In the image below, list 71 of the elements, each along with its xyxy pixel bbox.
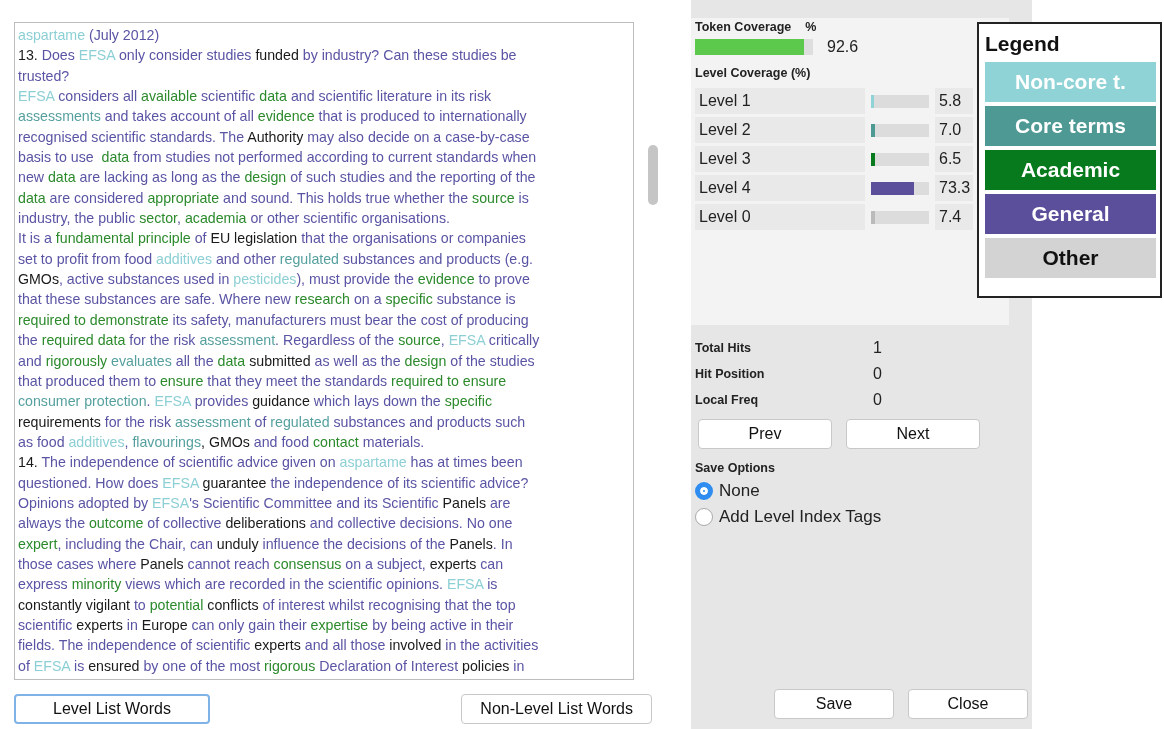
radio-option[interactable]: None (695, 481, 1028, 501)
text-line: expert, including the Chair, can unduly influence the decisions of the Panels. In (18, 534, 514, 554)
action-button[interactable]: Save (774, 689, 894, 719)
list-words-button[interactable]: Non-Level List Words (461, 694, 652, 724)
legend-title: Legend (985, 32, 1061, 56)
text-line: industry, the public sector, academia or other scientific organisations. (18, 209, 451, 229)
text-line: and rigorously evaluates all the data submitted as well as the design of the studies (18, 351, 536, 371)
legend-item: Non-core t. (985, 62, 1156, 102)
level-value: 73.3 (935, 175, 973, 201)
stat-label: Total Hits (695, 341, 753, 355)
stat-value: 1 (873, 339, 883, 357)
level-name: Level 1 (695, 88, 865, 114)
text-line: set to profit from food additives and other regulated substances and products (e.g. (18, 249, 535, 269)
text-line: express minority views which are recorded in the scientific opinions. EFSA is (18, 575, 499, 595)
stat-value: 0 (873, 365, 883, 383)
text-line: aspartame (July 2012) (18, 26, 161, 45)
text-line: that produced them to ensure that they meet the standards required to ensure (18, 371, 508, 391)
text-line: new data are lacking as long as the design of such studies and the reporting of the (18, 168, 537, 188)
stat-value: 0 (873, 391, 883, 409)
level-name: Level 3 (695, 146, 865, 172)
legend-item: Academic (985, 150, 1156, 190)
text-line: that these substances are safe. Where new research on a specific substance is (18, 290, 517, 310)
level-value: 7.4 (935, 204, 973, 230)
token-coverage-value: 92.6 (827, 38, 859, 56)
text-line: 14. The independence of scientific advice given on aspartame has at times been (18, 453, 524, 473)
action-button[interactable]: Close (908, 689, 1028, 719)
text-line: GMOs, active substances used in pesticides), must provide the evidence to prove (18, 270, 531, 290)
text-line: recognised scientific standards. The Authority may also decide on a case-by-case (18, 127, 531, 147)
text-line: those cases where Panels cannot reach consensus on a subject, experts can (18, 554, 505, 574)
stat-label: Local Freq (695, 393, 760, 407)
text-line: EFSA considers all available scientific data and scientific literature in its risk (18, 87, 493, 107)
percent-unit: % (805, 20, 817, 34)
nav-button[interactable]: Next (846, 419, 980, 449)
level-value: 5.8 (935, 88, 973, 114)
radio-icon[interactable] (695, 482, 713, 500)
save-options-title: Save Options (695, 461, 776, 475)
text-line: consumer protection. EFSA provides guidance which lays down the specific (18, 392, 493, 412)
level-name: Level 4 (695, 175, 865, 201)
text-line: constantly vigilant to potential conflicts of interest whilst recognising that the top (18, 595, 517, 615)
text-line: basis to use data from studies not performed according to current standards when (18, 148, 538, 168)
nav-button[interactable]: Prev (698, 419, 832, 449)
document-text-area[interactable] (14, 22, 634, 680)
scrollbar-thumb[interactable] (648, 145, 658, 205)
text-line: the required data for the risk assessment. Regardless of the source, EFSA critically (18, 331, 541, 351)
stat-label: Hit Position (695, 367, 766, 381)
token-coverage-label: Token Coverage (695, 20, 792, 34)
level-name: Level 0 (695, 204, 865, 230)
text-line: trusted? (18, 66, 71, 86)
text-line: Opinions adopted by EFSA's Scientific Committee and its Scientific Panels are (18, 493, 512, 513)
text-line: requirements for the risk assessment of regulated substances and products such (18, 412, 527, 432)
text-line: questioned. How does EFSA guarantee the independence of its scientific advice? (18, 473, 530, 493)
list-words-button[interactable]: Level List Words (14, 694, 210, 724)
level-name: Level 2 (695, 117, 865, 143)
legend-item: Core terms (985, 106, 1156, 146)
text-line: data are considered appropriate and sound. This holds true whether the source is (18, 188, 530, 208)
text-line: assessments and takes account of all evidence that is produced to internationally (18, 107, 528, 127)
text-line: of EFSA is ensured by one of the most rigorous Declaration of Interest policies in (18, 656, 526, 676)
text-line: It is a fundamental principle of EU legislation that the organisations or companies (18, 229, 527, 249)
text-line: fields. The independence of scientific experts and all those involved in the activities (18, 636, 540, 656)
text-line: required to demonstrate its safety, manufacturers must bear the cost of producing (18, 310, 530, 330)
level-value: 7.0 (935, 117, 973, 143)
text-line: as food additives, flavourings, GMOs and food contact materials. (18, 432, 426, 452)
text-line: always the outcome of collective deliberations and collective decisions. No one (18, 514, 514, 534)
text-line: scientific experts in Europe can only gain their expertise by being active in their (18, 615, 515, 635)
radio-option[interactable]: Add Level Index Tags (695, 507, 1028, 527)
text-line: 13. Does EFSA only consider studies funded by industry? Can these studies be (18, 46, 518, 66)
level-value: 6.5 (935, 146, 973, 172)
legend-item: General (985, 194, 1156, 234)
radio-icon[interactable] (695, 508, 713, 526)
level-coverage-title: Level Coverage (%) (695, 66, 812, 80)
legend-item: Other (985, 238, 1156, 278)
